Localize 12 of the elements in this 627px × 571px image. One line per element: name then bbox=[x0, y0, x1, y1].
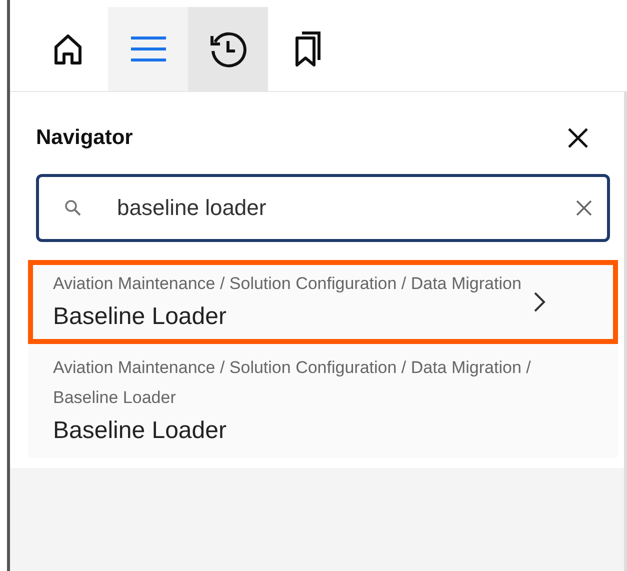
result-item[interactable]: Aviation Maintenance / Solution Configuration / Data Migration / Baseline Loader Baseline Loader bbox=[28, 344, 618, 458]
result-title: Baseline Loader bbox=[53, 416, 228, 446]
toolbar-tab[interactable] bbox=[188, 7, 268, 91]
clear-button[interactable] bbox=[574, 198, 594, 218]
breadcrumb-path: Aviation Maintenance / Solution Configuration / Data Migration / Baseline Loader bbox=[53, 357, 532, 409]
result-item[interactable]: Aviation Maintenance / Solution Configuration / Data Migration Baseline Loader bbox=[28, 260, 618, 344]
breadcrumb-path: Aviation Maintenance / Solution Configuration / Data Migration bbox=[53, 273, 522, 295]
chevron-right-icon bbox=[533, 291, 547, 313]
result-title: Baseline Loader bbox=[53, 302, 228, 332]
panel-title: Navigator bbox=[36, 126, 133, 150]
search-field[interactable]: baseline loader bbox=[36, 174, 610, 242]
search-icon bbox=[64, 199, 82, 217]
